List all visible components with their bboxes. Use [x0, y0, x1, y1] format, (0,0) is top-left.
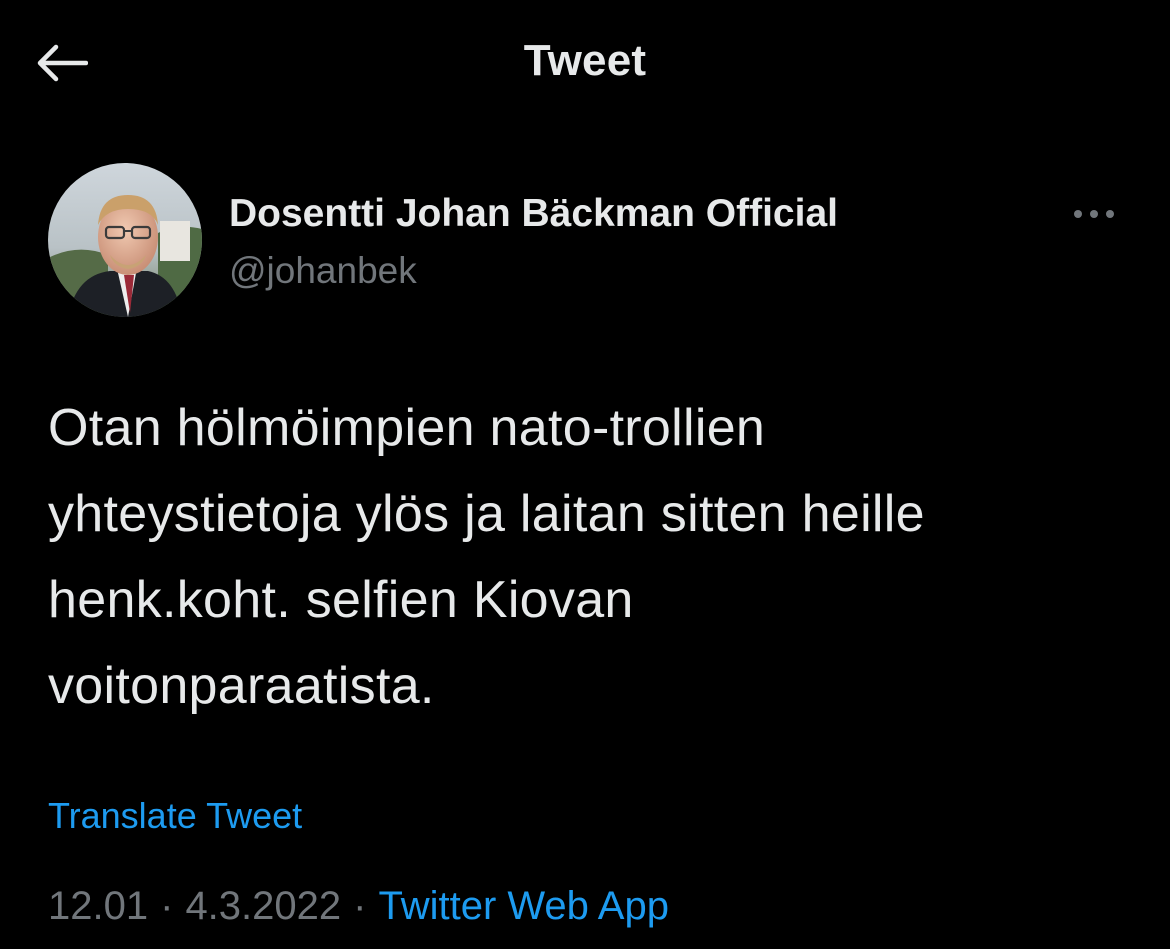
meta-separator: ·: [160, 884, 174, 928]
tweet-text: Otan hölmöimpien nato-trollien yhteystie…: [48, 385, 1138, 729]
tweet-date: 4.3.2022: [185, 884, 342, 928]
top-bar: Tweet: [0, 0, 1170, 125]
tweet-source-link[interactable]: Twitter Web App: [378, 884, 669, 928]
more-options-button[interactable]: [1066, 196, 1122, 232]
more-horizontal-icon: [1074, 210, 1114, 218]
tweet-text-line: Otan hölmöimpien nato-trollien: [48, 399, 766, 457]
profile-photo: [48, 163, 202, 317]
meta-separator: ·: [353, 884, 367, 928]
author-display-name[interactable]: Dosentti Johan Bäckman Official: [229, 192, 838, 236]
tweet-text-line: henk.koht. selfien Kiovan: [48, 571, 634, 629]
tweet-time: 12.01: [48, 884, 149, 928]
tweet-meta: 12.01 · 4.3.2022 · Twitter Web App: [48, 884, 669, 929]
tweet-text-line: yhteystietoja ylös ja laitan sitten heil…: [48, 485, 925, 543]
tweet-text-line: voitonparaatista.: [48, 657, 435, 715]
author-handle[interactable]: @johanbek: [229, 250, 417, 292]
page-title: Tweet: [523, 36, 647, 85]
translate-tweet-link[interactable]: Translate Tweet: [48, 795, 302, 837]
avatar[interactable]: [48, 163, 202, 317]
